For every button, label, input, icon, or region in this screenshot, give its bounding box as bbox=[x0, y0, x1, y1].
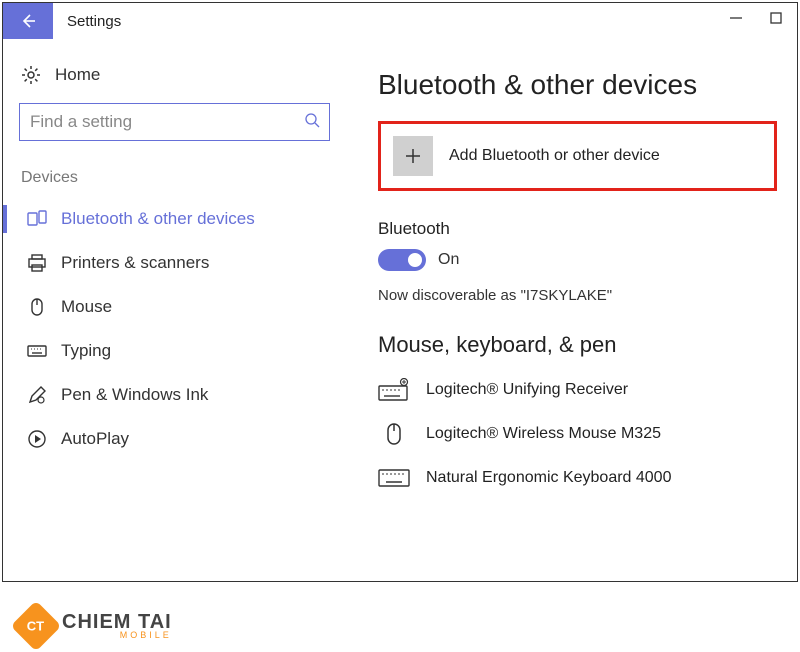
nav-autoplay[interactable]: AutoPlay bbox=[19, 417, 330, 461]
nav-item-label: Printers & scanners bbox=[61, 253, 209, 273]
nav-typing[interactable]: Typing bbox=[19, 329, 330, 373]
logo-text: CHIEM TAI MOBILE bbox=[62, 613, 172, 639]
autoplay-icon bbox=[27, 429, 47, 449]
nav-mouse[interactable]: Mouse bbox=[19, 285, 330, 329]
plus-icon bbox=[393, 136, 433, 176]
devices-icon bbox=[27, 209, 47, 229]
add-device-label: Add Bluetooth or other device bbox=[449, 147, 660, 165]
keyboard-usb-icon bbox=[378, 378, 410, 402]
window-controls bbox=[715, 3, 797, 33]
discoverable-text: Now discoverable as "I7SKYLAKE" bbox=[378, 287, 777, 304]
mouse-icon bbox=[378, 422, 410, 446]
search-wrap bbox=[19, 103, 330, 141]
toggle-knob bbox=[408, 253, 422, 267]
maximize-button[interactable] bbox=[769, 11, 783, 25]
search-icon bbox=[304, 112, 320, 128]
window-title: Settings bbox=[67, 13, 121, 30]
devices-heading: Mouse, keyboard, & pen bbox=[378, 332, 777, 358]
home-label: Home bbox=[55, 65, 100, 85]
pen-icon bbox=[27, 385, 47, 405]
device-row[interactable]: Logitech® Unifying Receiver bbox=[378, 368, 777, 412]
search-input[interactable] bbox=[19, 103, 330, 141]
keyboard-icon bbox=[378, 466, 410, 490]
bluetooth-label: Bluetooth bbox=[378, 219, 777, 239]
minimize-button[interactable] bbox=[729, 11, 743, 25]
page-heading: Bluetooth & other devices bbox=[378, 69, 777, 101]
bluetooth-toggle-row: On bbox=[378, 249, 777, 271]
bluetooth-state: On bbox=[438, 251, 459, 269]
sidebar: Home Devices Bluetooth & other devices bbox=[3, 39, 348, 581]
device-label: Logitech® Unifying Receiver bbox=[426, 381, 628, 399]
nav-item-label: Mouse bbox=[61, 297, 112, 317]
back-button[interactable] bbox=[3, 3, 53, 39]
nav-item-label: Typing bbox=[61, 341, 111, 361]
nav-item-label: AutoPlay bbox=[61, 429, 129, 449]
add-device-button[interactable]: Add Bluetooth or other device bbox=[378, 121, 777, 191]
logo-badge: CT bbox=[11, 601, 62, 652]
nav-item-label: Pen & Windows Ink bbox=[61, 385, 208, 405]
main-panel: Bluetooth & other devices Add Bluetooth … bbox=[348, 39, 797, 581]
watermark-logo: CT CHIEM TAI MOBILE bbox=[18, 608, 172, 644]
nav-item-label: Bluetooth & other devices bbox=[61, 209, 255, 229]
nav-printers[interactable]: Printers & scanners bbox=[19, 241, 330, 285]
content: Home Devices Bluetooth & other devices bbox=[3, 39, 797, 581]
device-label: Natural Ergonomic Keyboard 4000 bbox=[426, 469, 671, 487]
device-row[interactable]: Logitech® Wireless Mouse M325 bbox=[378, 412, 777, 456]
titlebar: Settings bbox=[3, 3, 797, 39]
printer-icon bbox=[27, 253, 47, 273]
section-label: Devices bbox=[19, 169, 330, 187]
gear-icon bbox=[21, 65, 41, 85]
logo-badge-text: CT bbox=[27, 619, 44, 634]
device-label: Logitech® Wireless Mouse M325 bbox=[426, 425, 661, 443]
mouse-icon bbox=[27, 297, 47, 317]
home-button[interactable]: Home bbox=[19, 57, 330, 103]
settings-window: Settings Home Devices bbox=[2, 2, 798, 582]
device-row[interactable]: Natural Ergonomic Keyboard 4000 bbox=[378, 456, 777, 500]
nav-pen[interactable]: Pen & Windows Ink bbox=[19, 373, 330, 417]
nav-bluetooth[interactable]: Bluetooth & other devices bbox=[19, 197, 330, 241]
keyboard-icon bbox=[27, 341, 47, 361]
bluetooth-toggle[interactable] bbox=[378, 249, 426, 271]
